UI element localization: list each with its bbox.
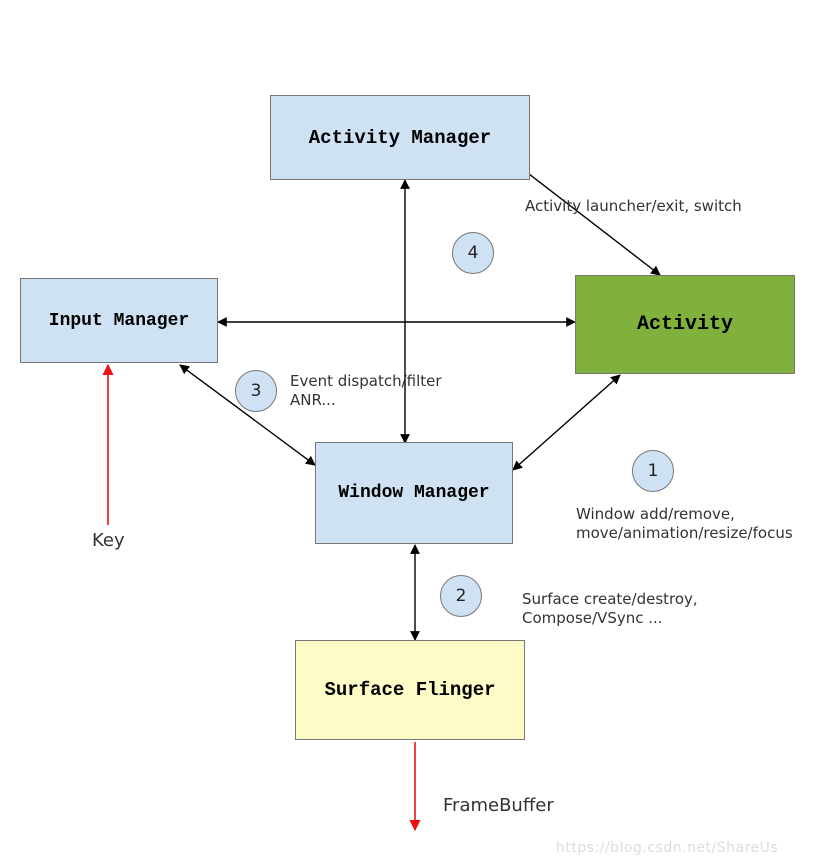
label-surface-ops: Surface create/destroy, Compose/VSync ..… bbox=[522, 590, 698, 628]
watermark: https://blog.csdn.net/ShareUs bbox=[556, 840, 778, 856]
step-3-circle: 3 bbox=[235, 370, 277, 412]
arrow-activity-window-manager bbox=[513, 375, 620, 470]
label-activity-launcher: Activity launcher/exit, switch bbox=[525, 197, 742, 216]
step-2-circle: 2 bbox=[440, 575, 482, 617]
surface-flinger-box: Surface Flinger bbox=[295, 640, 525, 740]
label-framebuffer: FrameBuffer bbox=[443, 795, 554, 816]
label-event-dispatch: Event dispatch/filter ANR... bbox=[290, 372, 442, 410]
step-4-circle: 4 bbox=[452, 232, 494, 274]
activity-manager-box: Activity Manager bbox=[270, 95, 530, 180]
step-1-circle: 1 bbox=[632, 450, 674, 492]
window-manager-box: Window Manager bbox=[315, 442, 513, 544]
label-window-ops: Window add/remove, move/animation/resize… bbox=[576, 505, 793, 543]
input-manager-box: Input Manager bbox=[20, 278, 218, 363]
label-key: Key bbox=[92, 530, 125, 551]
activity-box: Activity bbox=[575, 275, 795, 374]
